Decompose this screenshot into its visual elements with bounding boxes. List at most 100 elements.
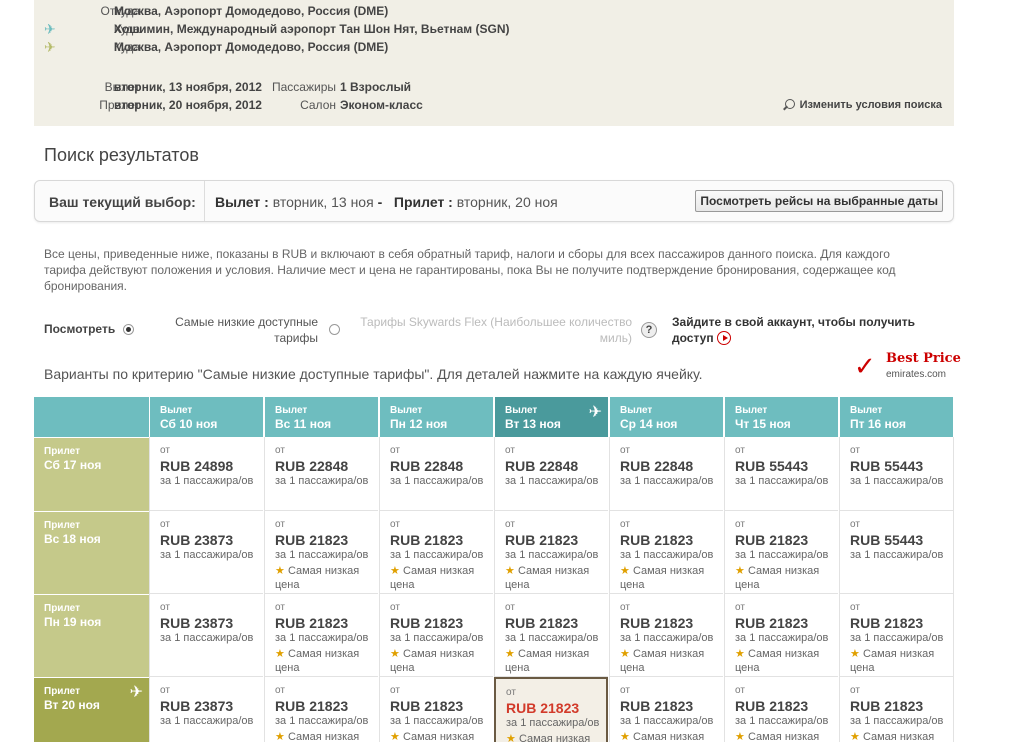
fare-cell[interactable]: от RUB 21823 за 1 пассажира/ов ★ Самая низк… xyxy=(839,677,953,742)
fare-cell[interactable]: от RUB 21823 за 1 пассажира/ов ★ Самая низк… xyxy=(379,511,493,594)
help-icon[interactable]: ? xyxy=(641,322,657,338)
fare-per-passenger: за 1 пассажира/ов xyxy=(505,475,599,487)
fare-from-label: от xyxy=(620,519,630,530)
fare-from-label: от xyxy=(505,519,515,530)
fare-cell[interactable]: от RUB 55443 за 1 пассажира/ов xyxy=(839,437,953,511)
checkmark-icon: ✓ xyxy=(854,351,876,381)
lowest-price-text: Самая низкая цена xyxy=(747,731,820,742)
fare-cell[interactable]: от RUB 21823 за 1 пассажира/ов ★ Самая низк… xyxy=(264,677,378,742)
fare-price: RUB 55443 xyxy=(850,532,924,548)
fare-from-label: от xyxy=(735,445,745,456)
lowest-price-text: Самая низкая цена xyxy=(850,648,935,674)
fare-cell[interactable]: от RUB 24898 за 1 пассажира/ов xyxy=(149,437,263,511)
lowest-price-tag: ★ Самая низкая цена xyxy=(735,564,838,592)
fare-cell[interactable]: от RUB 21823 за 1 пассажира/ов ★ Самая низк… xyxy=(609,594,723,677)
fare-cell[interactable]: от RUB 21823 за 1 пассажира/ов ★ Самая низк… xyxy=(494,511,608,594)
col-date: Ср 14 ноя xyxy=(620,417,678,431)
fare-per-passenger: за 1 пассажира/ов xyxy=(620,715,714,727)
fare-per-passenger: за 1 пассажира/ов xyxy=(275,715,369,727)
modify-search-link[interactable]: Изменить условия поиска xyxy=(782,98,942,112)
fare-from-label: от xyxy=(160,519,170,530)
lowest-price-tag: ★ Самая низкая цена xyxy=(735,730,838,742)
fare-cell[interactable]: от RUB 21823 за 1 пассажира/ов ★ Самая низк… xyxy=(264,594,378,677)
fare-per-passenger: за 1 пассажира/ов xyxy=(850,549,944,561)
search-icon xyxy=(782,98,796,112)
row-header-2: Прилет Пн 19 ноя xyxy=(34,594,149,677)
star-icon: ★ xyxy=(506,733,516,742)
star-icon: ★ xyxy=(275,565,285,577)
best-price-title: Best Price xyxy=(886,351,961,366)
fare-price: RUB 21823 xyxy=(735,532,809,548)
col-kicker: Вылет xyxy=(390,405,423,416)
fare-cell[interactable]: от RUB 21823 за 1 пассажира/ов ★ Самая низк… xyxy=(494,677,608,742)
plane-return-icon: ✈ xyxy=(44,39,56,55)
fare-cell[interactable]: от RUB 21823 за 1 пассажира/ов ★ Самая низк… xyxy=(839,594,953,677)
lowest-price-text: Самая низкая цена xyxy=(620,565,705,591)
fare-cell[interactable]: от RUB 21823 за 1 пассажира/ов ★ Самая низк… xyxy=(264,511,378,594)
fare-cell[interactable]: от RUB 23873 за 1 пассажира/ов xyxy=(149,511,263,594)
fare-per-passenger: за 1 пассажира/ов xyxy=(850,475,944,487)
fare-cell[interactable]: от RUB 22848 за 1 пассажира/ов xyxy=(609,437,723,511)
plane-icon: ✈ xyxy=(588,404,602,421)
lowest-price-text: Самая низкая цена xyxy=(735,648,820,674)
view-radio[interactable] xyxy=(123,324,134,335)
lowest-price-tag: ★ Самая низкая цена xyxy=(505,564,608,592)
star-icon: ★ xyxy=(390,565,400,577)
current-selection-bar: Ваш текущий выбор: Вылет : вторник, 13 н… xyxy=(34,180,954,222)
col-kicker: Вылет xyxy=(160,405,193,416)
fare-cell[interactable]: от RUB 23873 за 1 пассажира/ов xyxy=(149,677,263,742)
fare-price: RUB 22848 xyxy=(505,458,579,474)
fare-cell[interactable]: от RUB 21823 за 1 пассажира/ов ★ Самая низк… xyxy=(379,677,493,742)
fare-cell[interactable]: от RUB 23873 за 1 пассажира/ов xyxy=(149,594,263,677)
fare-from-label: от xyxy=(160,602,170,613)
arrow-right-icon xyxy=(716,331,731,345)
row-date: Сб 17 ноя xyxy=(44,458,102,472)
lowest-price-tag: ★ Самая низкая цена xyxy=(275,564,378,592)
price-disclaimer: Все цены, приведенные ниже, показаны в R… xyxy=(44,247,896,293)
column-header-6: Вылет Пт 16 ноя xyxy=(839,397,953,437)
sel-dash: - xyxy=(377,194,383,210)
fare-price: RUB 55443 xyxy=(735,458,809,474)
fare-per-passenger: за 1 пассажира/ов xyxy=(850,715,944,727)
fare-per-passenger: за 1 пассажира/ов xyxy=(390,632,484,644)
fare-cell[interactable]: от RUB 21823 за 1 пассажира/ов ★ Самая низк… xyxy=(379,594,493,677)
star-icon: ★ xyxy=(850,648,860,660)
login-link[interactable]: Зайдите в свой аккаунт, чтобы получить д… xyxy=(672,314,922,346)
row-kicker: Прилет xyxy=(44,520,80,531)
fare-from-label: от xyxy=(390,602,400,613)
fare-from-label: от xyxy=(620,685,630,696)
fare-cell[interactable]: от RUB 55443 за 1 пассажира/ов xyxy=(839,511,953,594)
col-date: Пн 12 ноя xyxy=(390,417,448,431)
fare-cell[interactable]: от RUB 22848 за 1 пассажира/ов xyxy=(264,437,378,511)
fare-cell[interactable]: от RUB 55443 за 1 пассажира/ов xyxy=(724,437,838,511)
fare-cell[interactable]: от RUB 21823 за 1 пассажира/ов ★ Самая низк… xyxy=(724,594,838,677)
lowest-price-tag: ★ Самая низкая цена xyxy=(620,647,723,675)
fare-price: RUB 22848 xyxy=(275,458,349,474)
best-price-site: emirates.com xyxy=(886,369,947,380)
fare-cell[interactable]: от RUB 21823 за 1 пассажира/ов ★ Самая низк… xyxy=(609,511,723,594)
star-icon: ★ xyxy=(735,565,745,577)
lowest-price-text: Самая низкая цена xyxy=(505,648,590,674)
fare-cell[interactable]: от RUB 22848 за 1 пассажира/ов xyxy=(379,437,493,511)
fare-cell[interactable]: от RUB 21823 за 1 пассажира/ов ★ Самая низк… xyxy=(724,511,838,594)
fare-per-passenger: за 1 пассажира/ов xyxy=(390,549,484,561)
lowest-price-tag: ★ Самая низкая цена xyxy=(505,647,608,675)
fare-from-label: от xyxy=(735,602,745,613)
fare-from-label: от xyxy=(275,685,285,696)
fare-price: RUB 21823 xyxy=(506,700,580,716)
fare-cell[interactable]: от RUB 21823 за 1 пассажира/ов ★ Самая низк… xyxy=(609,677,723,742)
view-flights-button[interactable]: Посмотреть рейсы на выбранные даты xyxy=(695,190,943,212)
fare-per-passenger: за 1 пассажира/ов xyxy=(505,632,599,644)
lowest-price-tag: ★ Самая низкая цена xyxy=(506,732,606,742)
fare-price: RUB 21823 xyxy=(620,698,694,714)
fare-price: RUB 23873 xyxy=(160,532,234,548)
star-icon: ★ xyxy=(735,731,745,742)
fare-cell[interactable]: от RUB 21823 за 1 пассажира/ов ★ Самая низк… xyxy=(494,594,608,677)
route-to-value: Хошимин, Международный аэропорт Тан Шон … xyxy=(114,22,510,36)
lowest-fares-radio[interactable] xyxy=(329,324,340,335)
fare-price: RUB 21823 xyxy=(275,532,349,548)
fare-cell[interactable]: от RUB 22848 за 1 пассажира/ов xyxy=(494,437,608,511)
lowest-price-text: Самая низкая цена xyxy=(620,648,705,674)
fare-cell[interactable]: от RUB 21823 за 1 пассажира/ов ★ Самая низк… xyxy=(724,677,838,742)
lowest-price-tag: ★ Самая низкая цена xyxy=(275,730,378,742)
